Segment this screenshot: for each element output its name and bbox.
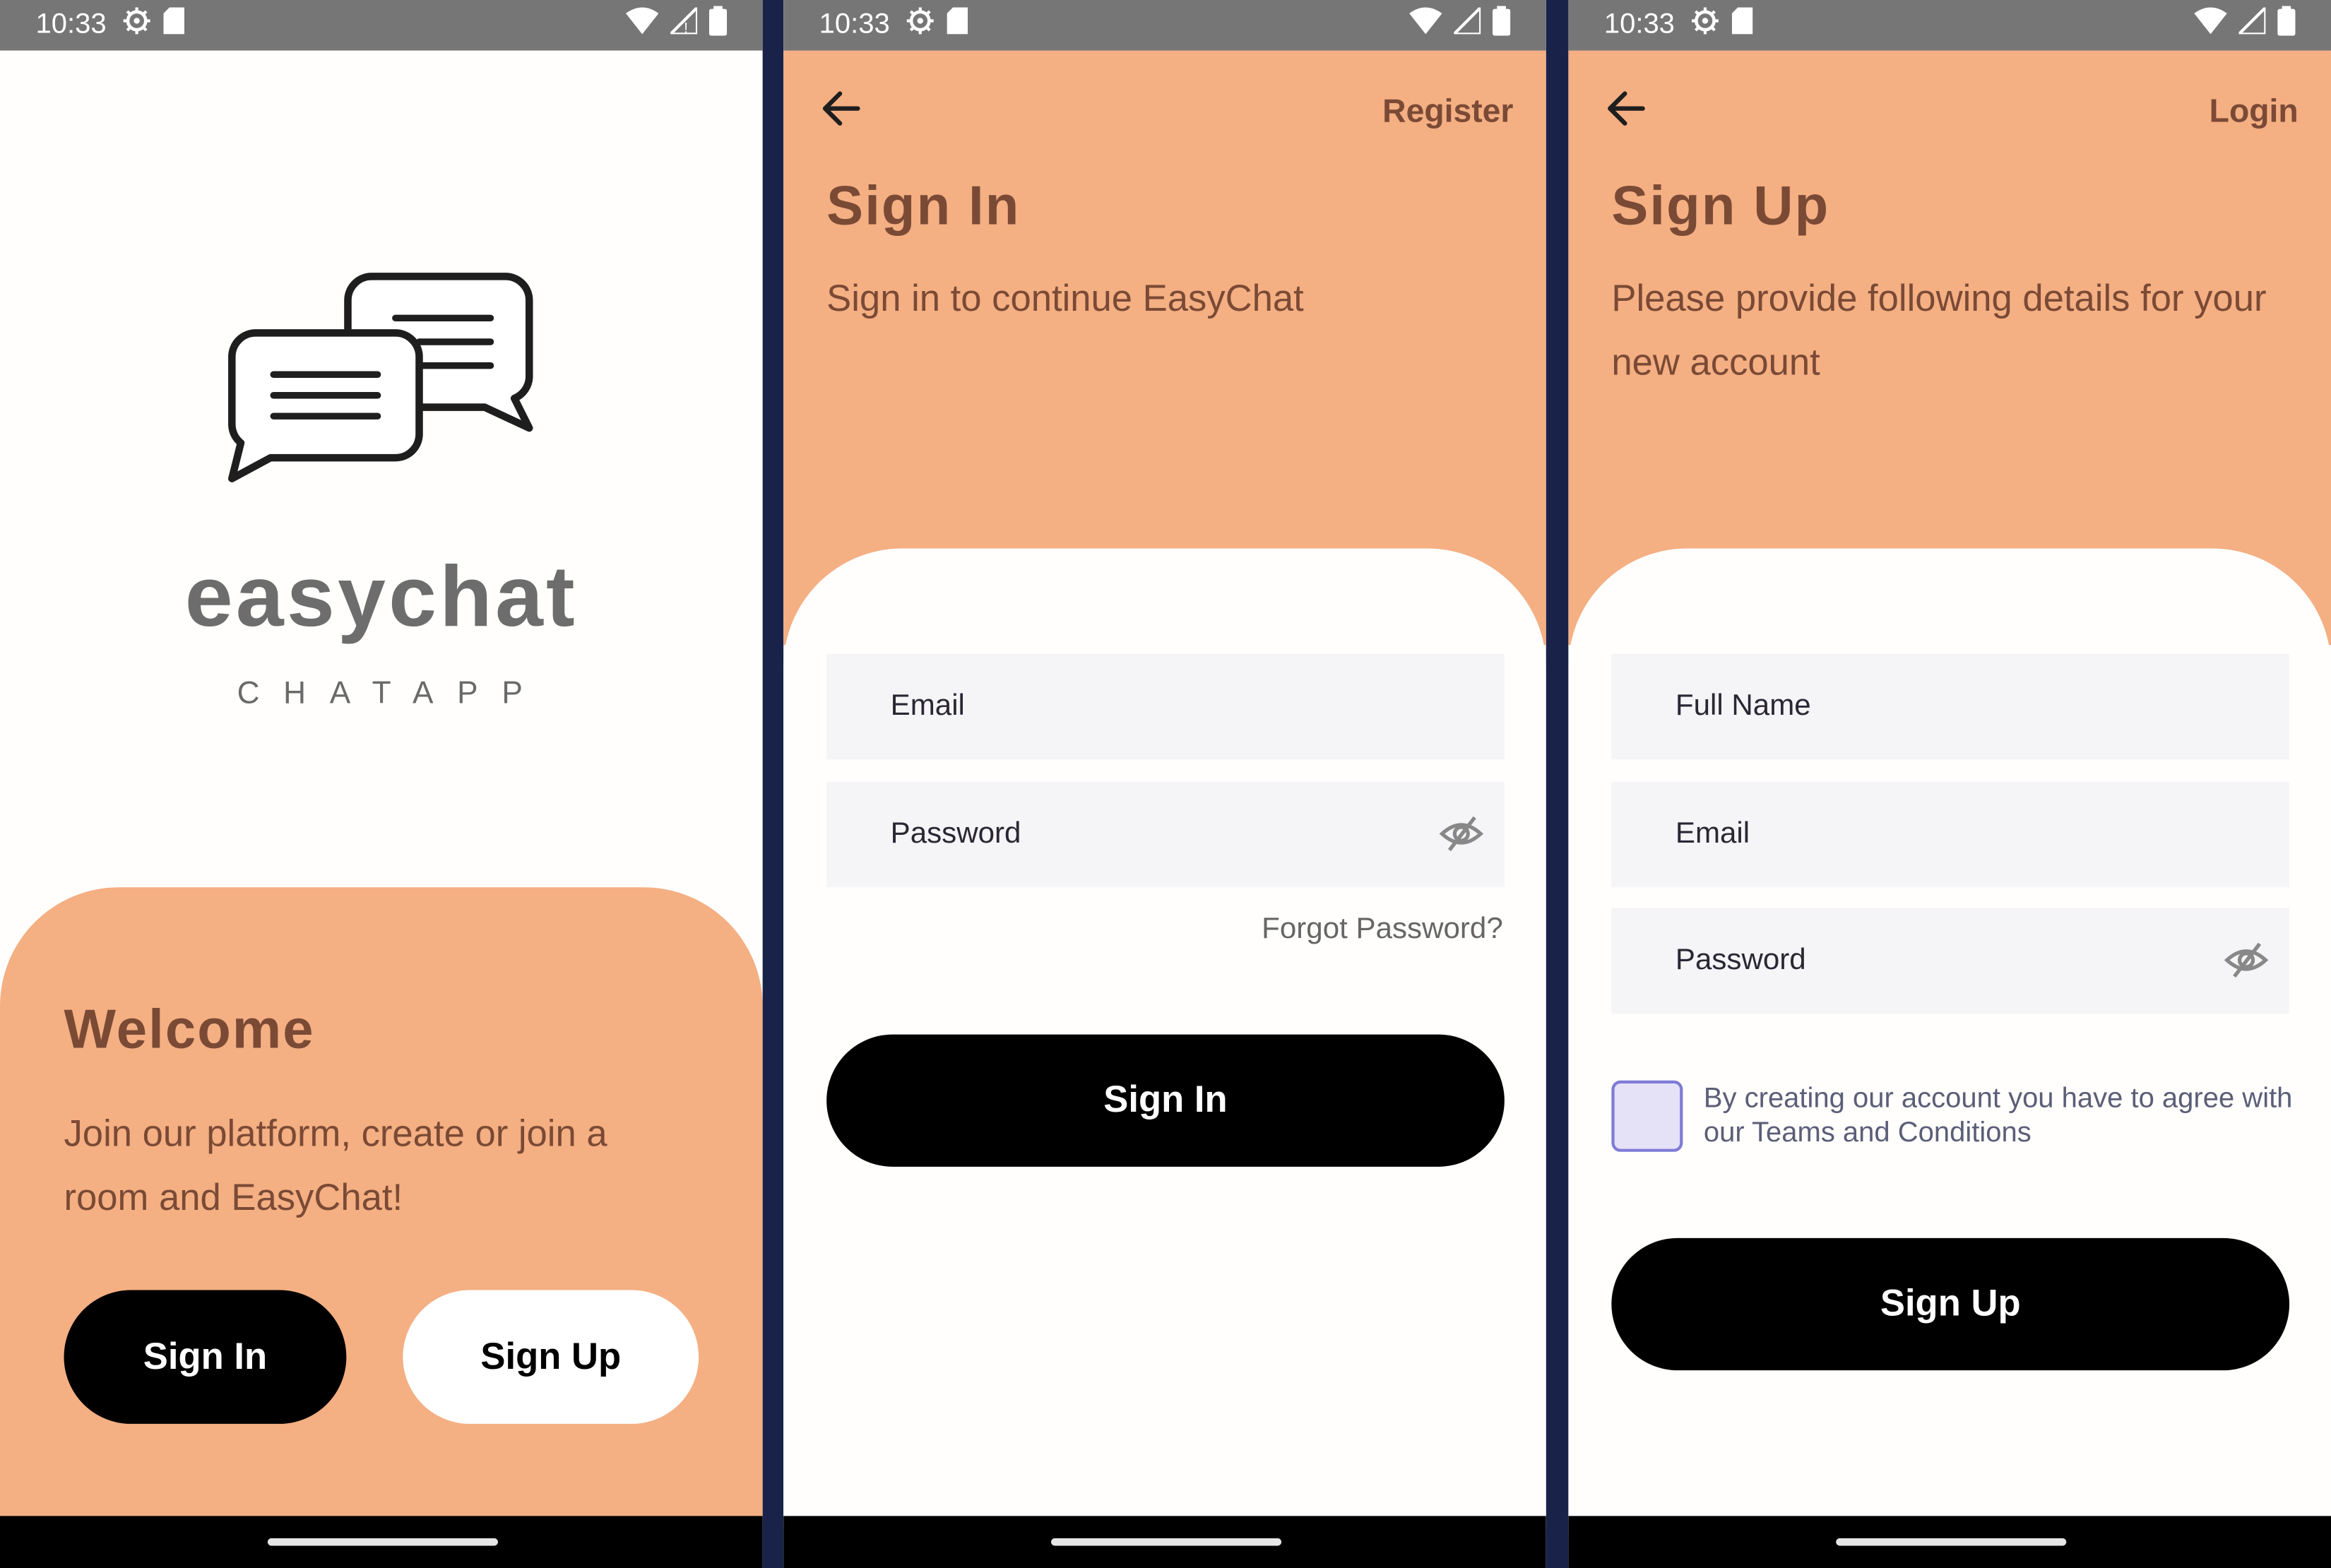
email-field[interactable]: Email bbox=[826, 653, 1505, 760]
terms-checkbox[interactable] bbox=[1611, 1080, 1683, 1152]
sign-up-submit-button[interactable]: Sign Up bbox=[1611, 1237, 2290, 1371]
page-title: Sign Up bbox=[1611, 175, 1830, 237]
password-placeholder: Password bbox=[890, 817, 1021, 850]
nav-bar bbox=[0, 1516, 763, 1568]
settings-icon bbox=[1690, 6, 1719, 44]
home-handle[interactable] bbox=[1835, 1538, 2066, 1546]
brand-tagline: CHATAPP bbox=[237, 676, 547, 711]
svg-text:!: ! bbox=[684, 20, 688, 34]
email-field[interactable]: Email bbox=[1611, 781, 2290, 888]
wifi-icon bbox=[1409, 7, 1442, 44]
login-link[interactable]: Login bbox=[2210, 92, 2299, 131]
status-bar: 10:33 bbox=[783, 0, 1546, 51]
sign-up-screen: 10:33 Login Sign Up Please provide follo… bbox=[1568, 0, 2331, 1568]
battery-icon bbox=[708, 6, 728, 44]
status-bar: 10:33 bbox=[1568, 0, 2331, 51]
welcome-title: Welcome bbox=[64, 999, 315, 1060]
sign-in-submit-button[interactable]: Sign In bbox=[826, 1034, 1505, 1167]
home-handle[interactable] bbox=[266, 1538, 497, 1546]
password-field[interactable]: Password bbox=[1611, 908, 2290, 1014]
password-placeholder: Password bbox=[1675, 944, 1806, 977]
sign-up-button[interactable]: Sign Up bbox=[403, 1290, 699, 1424]
eye-off-icon[interactable] bbox=[2224, 941, 2269, 980]
page-subtitle: Sign in to continue EasyChat bbox=[826, 278, 1304, 320]
sd-card-icon bbox=[946, 7, 968, 44]
chat-bubbles-icon bbox=[223, 271, 542, 494]
register-link[interactable]: Register bbox=[1382, 92, 1513, 131]
full-name-field[interactable]: Full Name bbox=[1611, 653, 2290, 760]
nav-bar bbox=[783, 1516, 1546, 1568]
page-subtitle: Please provide following details for you… bbox=[1611, 278, 2267, 384]
nav-bar bbox=[1568, 1516, 2331, 1568]
home-handle[interactable] bbox=[1050, 1538, 1281, 1546]
status-time: 10:33 bbox=[819, 8, 890, 40]
back-arrow-icon[interactable] bbox=[819, 86, 864, 131]
back-arrow-icon[interactable] bbox=[1604, 86, 1649, 131]
signal-icon: ! bbox=[667, 4, 699, 44]
welcome-subtitle: Join our platform, create or join a room… bbox=[64, 1113, 607, 1219]
terms-text: By creating our account you have to agre… bbox=[1703, 1083, 2293, 1149]
settings-icon bbox=[905, 6, 935, 44]
wifi-icon bbox=[2194, 7, 2227, 44]
battery-icon bbox=[1493, 6, 1511, 44]
status-time: 10:33 bbox=[1603, 8, 1675, 40]
signal-icon bbox=[1450, 4, 1483, 44]
email-placeholder: Email bbox=[1675, 817, 1750, 850]
sign-in-screen: 10:33 Register Sign In Sign in to contin… bbox=[783, 0, 1546, 1568]
welcome-screen: 10:33 ! easychat CHATAPP Welcome Join ou… bbox=[0, 0, 763, 1568]
status-time: 10:33 bbox=[35, 8, 107, 40]
sd-card-icon bbox=[162, 7, 184, 44]
battery-icon bbox=[2277, 6, 2296, 44]
eye-off-icon[interactable] bbox=[1439, 814, 1484, 853]
forgot-password-link[interactable]: Forgot Password? bbox=[1262, 913, 1503, 946]
status-bar: 10:33 ! bbox=[0, 0, 763, 51]
settings-icon bbox=[121, 6, 151, 44]
brand-name: easychat bbox=[184, 548, 578, 646]
page-title: Sign In bbox=[826, 175, 1021, 237]
email-placeholder: Email bbox=[890, 689, 965, 723]
sign-in-button[interactable]: Sign In bbox=[64, 1290, 347, 1424]
sd-card-icon bbox=[1731, 7, 1752, 44]
wifi-icon bbox=[626, 7, 659, 44]
signal-icon bbox=[2235, 4, 2267, 44]
full-name-placeholder: Full Name bbox=[1675, 689, 1811, 723]
password-field[interactable]: Password bbox=[826, 781, 1505, 888]
